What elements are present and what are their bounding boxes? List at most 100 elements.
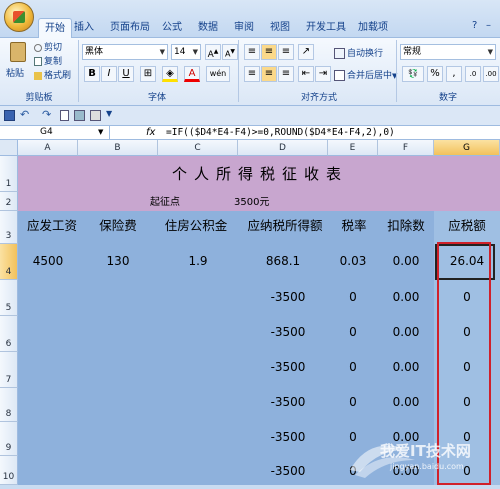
- header-tax-payable[interactable]: 应税额: [434, 215, 500, 234]
- minimize-ribbon-icon[interactable]: –: [486, 20, 491, 31]
- column-header-c[interactable]: C: [158, 140, 238, 156]
- format-painter-button[interactable]: 格式刷: [34, 68, 71, 81]
- column-header-d[interactable]: D: [238, 140, 328, 156]
- table-cell[interactable]: -3500: [248, 325, 328, 339]
- insert-function-icon[interactable]: fx: [146, 126, 155, 139]
- threshold-value[interactable]: 3500元: [234, 193, 269, 208]
- italic-button[interactable]: I: [101, 66, 117, 82]
- customize-qat-icon[interactable]: ▼: [106, 109, 112, 118]
- print-preview-icon[interactable]: [74, 110, 85, 121]
- row-header-9[interactable]: 9: [0, 422, 18, 456]
- merge-center-button[interactable]: 合并后居中▼: [334, 68, 397, 81]
- redo-icon[interactable]: ↷: [42, 108, 51, 121]
- table-cell[interactable]: 0.00: [378, 290, 434, 304]
- save-icon[interactable]: [4, 110, 15, 121]
- column-header-e[interactable]: E: [328, 140, 378, 156]
- increase-indent-icon[interactable]: ⇥: [315, 66, 331, 82]
- threshold-label[interactable]: 起征点: [150, 193, 180, 208]
- fill-color-icon[interactable]: ◈: [162, 66, 178, 82]
- cut-button[interactable]: 剪切: [34, 40, 62, 53]
- header-deduction[interactable]: 扣除数: [378, 215, 434, 234]
- align-right-icon[interactable]: ≡: [278, 66, 294, 82]
- table-cell[interactable]: 0.00: [378, 254, 434, 268]
- table-cell[interactable]: -3500: [248, 360, 328, 374]
- font-color-icon[interactable]: A: [184, 66, 200, 82]
- table-cell[interactable]: 0: [328, 325, 378, 339]
- undo-icon[interactable]: ↶: [20, 108, 29, 121]
- increase-decimal-icon[interactable]: .0: [465, 66, 481, 82]
- currency-icon[interactable]: 💱: [402, 66, 424, 82]
- row-header-10[interactable]: 10: [0, 456, 18, 485]
- align-center-icon[interactable]: ≡: [261, 66, 277, 82]
- new-file-icon[interactable]: [60, 110, 69, 121]
- header-gross-salary[interactable]: 应发工资: [22, 215, 82, 234]
- align-top-icon[interactable]: ≡: [244, 44, 260, 60]
- orientation-icon[interactable]: ↗: [298, 44, 314, 60]
- column-header-f[interactable]: F: [378, 140, 434, 156]
- row-header-6[interactable]: 6: [0, 316, 18, 352]
- tab-view[interactable]: 视图: [270, 18, 290, 38]
- column-header-a[interactable]: A: [18, 140, 78, 156]
- phonetic-guide-button[interactable]: wén: [206, 66, 230, 82]
- row-header-1[interactable]: 1: [0, 156, 18, 192]
- table-cell[interactable]: 0.00: [378, 395, 434, 409]
- bold-button[interactable]: B: [84, 66, 100, 82]
- align-bottom-icon[interactable]: ≡: [278, 44, 294, 60]
- office-button[interactable]: [4, 2, 34, 32]
- align-middle-icon[interactable]: ≡: [261, 44, 277, 60]
- font-name-combo[interactable]: 黑体 ▼: [82, 44, 168, 60]
- table-cell[interactable]: 868.1: [238, 254, 328, 268]
- tab-add-ins[interactable]: 加载项: [358, 18, 388, 38]
- table-cell[interactable]: 130: [78, 254, 158, 268]
- sheet-title[interactable]: 个人所得税征收表: [120, 163, 400, 184]
- row-header-5[interactable]: 5: [0, 280, 18, 316]
- tab-home[interactable]: 开始: [38, 18, 72, 38]
- tab-formulas[interactable]: 公式: [162, 18, 182, 38]
- select-all-corner[interactable]: [0, 140, 18, 156]
- copy-button[interactable]: 复制: [34, 54, 62, 67]
- table-cell[interactable]: 0: [328, 395, 378, 409]
- tab-insert[interactable]: 插入: [74, 18, 94, 38]
- table-cell[interactable]: 0: [328, 290, 378, 304]
- shrink-font-button[interactable]: A▼: [222, 44, 238, 60]
- paste-button[interactable]: 粘贴: [6, 40, 30, 84]
- table-cell[interactable]: 4500: [18, 254, 78, 268]
- header-housing-fund[interactable]: 住房公积金: [154, 215, 238, 234]
- header-taxable-income[interactable]: 应纳税所得额: [238, 215, 332, 234]
- font-size-combo[interactable]: 14 ▼: [171, 44, 201, 60]
- column-header-b[interactable]: B: [78, 140, 158, 156]
- formula-input[interactable]: =IF(($D4*E4-F4)>=0,ROUND($D4*E4-F4,2),0): [166, 126, 395, 140]
- decrease-indent-icon[interactable]: ⇤: [298, 66, 314, 82]
- row-header-2[interactable]: 2: [0, 192, 18, 211]
- comma-button[interactable]: ,: [446, 66, 462, 82]
- grow-font-button[interactable]: A▲: [205, 44, 221, 60]
- table-cell[interactable]: -3500: [248, 464, 328, 478]
- percent-button[interactable]: %: [427, 66, 443, 82]
- tab-page-layout[interactable]: 页面布局: [110, 18, 150, 38]
- quick-print-icon[interactable]: [90, 110, 101, 121]
- table-cell[interactable]: -3500: [248, 290, 328, 304]
- table-cell[interactable]: -3500: [248, 430, 328, 444]
- table-cell[interactable]: 0.03: [328, 254, 378, 268]
- align-left-icon[interactable]: ≡: [244, 66, 260, 82]
- help-icon[interactable]: ?: [472, 20, 477, 31]
- borders-icon[interactable]: ⊞: [140, 66, 156, 82]
- underline-button[interactable]: U: [118, 66, 134, 82]
- decrease-decimal-icon[interactable]: .00: [483, 66, 499, 82]
- table-cell[interactable]: -3500: [248, 395, 328, 409]
- column-header-g[interactable]: G: [434, 140, 500, 156]
- tab-data[interactable]: 数据: [198, 18, 218, 38]
- table-cell[interactable]: 0.00: [378, 325, 434, 339]
- row-header-3[interactable]: 3: [0, 211, 18, 244]
- tab-developer[interactable]: 开发工具: [306, 18, 346, 38]
- header-tax-rate[interactable]: 税率: [332, 215, 376, 234]
- table-cell[interactable]: 0.00: [378, 360, 434, 374]
- number-format-combo[interactable]: 常规 ▼: [400, 44, 496, 60]
- header-insurance[interactable]: 保险费: [82, 215, 154, 234]
- row-header-7[interactable]: 7: [0, 352, 18, 388]
- name-box[interactable]: G4 ▼: [0, 126, 110, 140]
- row-header-4[interactable]: 4: [0, 244, 18, 280]
- wrap-text-button[interactable]: 自动换行: [334, 46, 383, 59]
- table-cell[interactable]: 1.9: [158, 254, 238, 268]
- tab-review[interactable]: 审阅: [234, 18, 254, 38]
